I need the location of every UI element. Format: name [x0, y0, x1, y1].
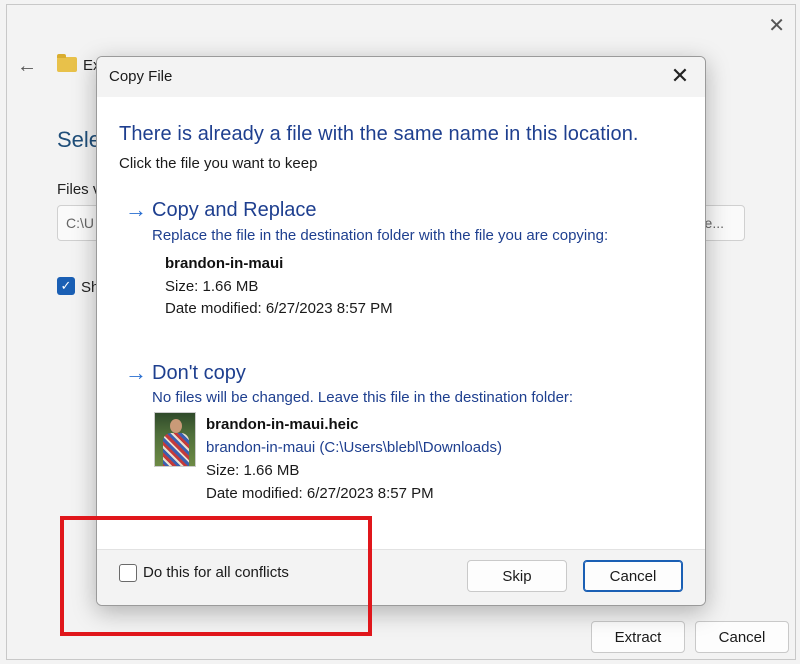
folder-icon [57, 54, 77, 72]
extract-button[interactable]: Extract [591, 621, 685, 653]
skip-button[interactable]: Skip [467, 560, 567, 592]
show-files-checkbox[interactable]: ✓ [57, 277, 75, 295]
replace-file-size: Size: 1.66 MB [165, 278, 259, 295]
highlight-annotation-box [60, 516, 372, 636]
existing-file-path: brandon-in-maui (C:\Users\blebl\Download… [206, 439, 502, 456]
dialog-titlebar: Copy File ✕ [97, 57, 705, 97]
back-arrow-icon[interactable]: ← [17, 55, 37, 78]
cancel-button[interactable]: Cancel [583, 560, 683, 592]
files-label: Files v [57, 181, 101, 198]
close-icon[interactable]: ✕ [667, 62, 693, 90]
existing-file-date: Date modified: 6/27/2023 8:57 PM [206, 485, 434, 502]
replace-file-date: Date modified: 6/27/2023 8:57 PM [165, 300, 393, 317]
dont-copy-option-description: No files will be changed. Leave this fil… [152, 389, 574, 406]
dialog-title: Copy File [109, 68, 173, 85]
check-icon: ✓ [60, 278, 72, 293]
arrow-right-icon: → [125, 360, 147, 385]
arrow-right-icon: → [125, 197, 147, 222]
conflict-heading: There is already a file with the same na… [119, 123, 639, 145]
wizard-heading: Sele [57, 127, 102, 152]
dont-copy-option-title: Don't copy [152, 362, 246, 384]
file-thumbnail [154, 412, 196, 467]
replace-file-name: brandon-in-maui [165, 255, 284, 272]
replace-option-description: Replace the file in the destination fold… [152, 227, 609, 244]
close-icon[interactable]: ✕ [768, 13, 785, 38]
wizard-cancel-button[interactable]: Cancel [695, 621, 789, 653]
existing-file-size: Size: 1.66 MB [206, 462, 300, 479]
replace-option-title: Copy and Replace [152, 199, 317, 221]
existing-file-name: brandon-in-maui.heic [206, 416, 359, 433]
conflict-subheading: Click the file you want to keep [119, 155, 318, 172]
